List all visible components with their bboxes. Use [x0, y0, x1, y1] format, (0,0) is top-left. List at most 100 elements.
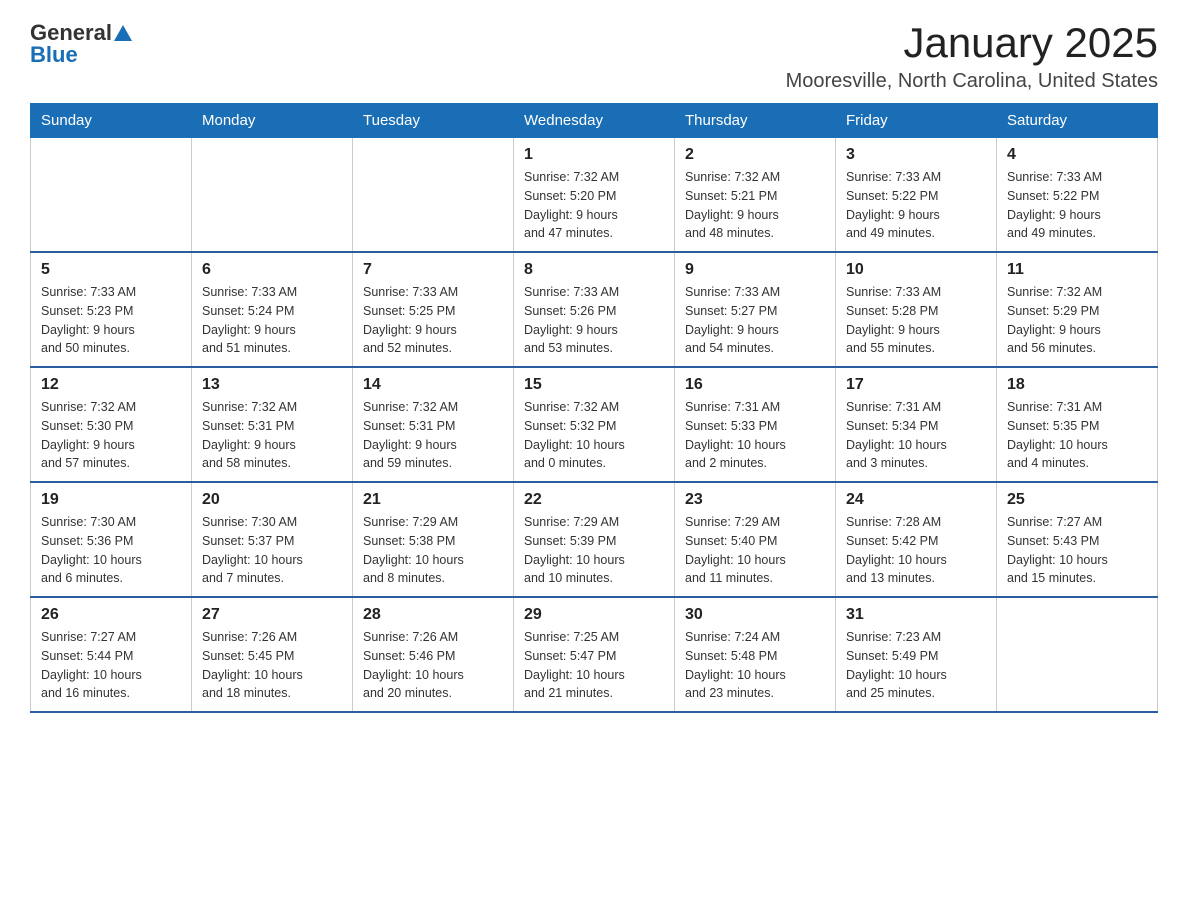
day-info: Sunrise: 7:32 AMSunset: 5:21 PMDaylight:…	[685, 168, 825, 243]
calendar-day-cell: 13 Sunrise: 7:32 AMSunset: 5:31 PMDayligh…	[192, 367, 353, 482]
day-info: Sunrise: 7:32 AMSunset: 5:20 PMDaylight:…	[524, 168, 664, 243]
title-section: January 2025 Mooresville, North Carolina…	[786, 20, 1158, 93]
day-number: 6	[202, 261, 342, 279]
day-info: Sunrise: 7:30 AMSunset: 5:37 PMDaylight:…	[202, 513, 342, 588]
calendar-week-row: 1Sunrise: 7:32 AMSunset: 5:20 PMDaylight…	[31, 138, 1158, 253]
logo: General Blue	[30, 20, 132, 68]
logo-text-blue: Blue	[30, 42, 78, 68]
calendar-day-cell: 28 Sunrise: 7:26 AMSunset: 5:46 PMDayligh…	[353, 597, 514, 712]
day-info: Sunrise: 7:33 AMSunset: 5:28 PMDaylight:…	[846, 283, 986, 358]
day-number: 2	[685, 146, 825, 164]
month-title: January 2025	[786, 20, 1158, 66]
calendar-week-row: 19 Sunrise: 7:30 AMSunset: 5:36 PMDayligh…	[31, 482, 1158, 597]
day-number: 22	[524, 491, 664, 509]
day-info: Sunrise: 7:32 AMSunset: 5:29 PMDaylight:…	[1007, 283, 1147, 358]
day-number: 4	[1007, 146, 1147, 164]
day-info: Sunrise: 7:26 AMSunset: 5:46 PMDaylight:…	[363, 628, 503, 703]
calendar-day-cell: 14 Sunrise: 7:32 AMSunset: 5:31 PMDayligh…	[353, 367, 514, 482]
day-info: Sunrise: 7:31 AMSunset: 5:34 PMDaylight:…	[846, 398, 986, 473]
day-number: 28	[363, 606, 503, 624]
calendar-day-cell: 3 Sunrise: 7:33 AMSunset: 5:22 PMDaylight…	[836, 138, 997, 253]
calendar-day-cell: 15Sunrise: 7:32 AMSunset: 5:32 PMDayligh…	[514, 367, 675, 482]
calendar-header-row: SundayMondayTuesdayWednesdayThursdayFrid…	[31, 104, 1158, 138]
day-number: 18	[1007, 376, 1147, 394]
day-info: Sunrise: 7:31 AMSunset: 5:35 PMDaylight:…	[1007, 398, 1147, 473]
calendar-day-cell: 1Sunrise: 7:32 AMSunset: 5:20 PMDaylight…	[514, 138, 675, 253]
calendar-day-cell: 29Sunrise: 7:25 AMSunset: 5:47 PMDayligh…	[514, 597, 675, 712]
day-number: 3	[846, 146, 986, 164]
calendar-day-cell: 9 Sunrise: 7:33 AMSunset: 5:27 PMDaylight…	[675, 252, 836, 367]
day-info: Sunrise: 7:28 AMSunset: 5:42 PMDaylight:…	[846, 513, 986, 588]
calendar-day-cell: 22 Sunrise: 7:29 AMSunset: 5:39 PMDayligh…	[514, 482, 675, 597]
day-number: 14	[363, 376, 503, 394]
calendar-week-row: 5Sunrise: 7:33 AMSunset: 5:23 PMDaylight…	[31, 252, 1158, 367]
day-info: Sunrise: 7:32 AMSunset: 5:31 PMDaylight:…	[202, 398, 342, 473]
day-number: 21	[363, 491, 503, 509]
calendar-day-cell: 10 Sunrise: 7:33 AMSunset: 5:28 PMDayligh…	[836, 252, 997, 367]
calendar-day-cell: 11 Sunrise: 7:32 AMSunset: 5:29 PMDayligh…	[997, 252, 1158, 367]
day-info: Sunrise: 7:33 AMSunset: 5:26 PMDaylight:…	[524, 283, 664, 358]
day-number: 16	[685, 376, 825, 394]
day-info: Sunrise: 7:33 AMSunset: 5:22 PMDaylight:…	[846, 168, 986, 243]
calendar-day-cell: 16 Sunrise: 7:31 AMSunset: 5:33 PMDayligh…	[675, 367, 836, 482]
page-header: General Blue January 2025 Mooresville, N…	[30, 20, 1158, 93]
day-number: 23	[685, 491, 825, 509]
day-number: 13	[202, 376, 342, 394]
calendar-header-cell: Friday	[836, 104, 997, 138]
day-number: 20	[202, 491, 342, 509]
day-info: Sunrise: 7:33 AMSunset: 5:24 PMDaylight:…	[202, 283, 342, 358]
day-number: 12	[41, 376, 181, 394]
day-info: Sunrise: 7:29 AMSunset: 5:38 PMDaylight:…	[363, 513, 503, 588]
calendar-day-cell	[997, 597, 1158, 712]
day-info: Sunrise: 7:32 AMSunset: 5:30 PMDaylight:…	[41, 398, 181, 473]
calendar-day-cell: 27 Sunrise: 7:26 AMSunset: 5:45 PMDayligh…	[192, 597, 353, 712]
day-info: Sunrise: 7:33 AMSunset: 5:25 PMDaylight:…	[363, 283, 503, 358]
day-number: 24	[846, 491, 986, 509]
day-info: Sunrise: 7:25 AMSunset: 5:47 PMDaylight:…	[524, 628, 664, 703]
day-info: Sunrise: 7:33 AMSunset: 5:23 PMDaylight:…	[41, 283, 181, 358]
calendar-day-cell: 17 Sunrise: 7:31 AMSunset: 5:34 PMDayligh…	[836, 367, 997, 482]
day-number: 26	[41, 606, 181, 624]
day-info: Sunrise: 7:23 AMSunset: 5:49 PMDaylight:…	[846, 628, 986, 703]
day-number: 25	[1007, 491, 1147, 509]
calendar-day-cell	[192, 138, 353, 253]
day-info: Sunrise: 7:31 AMSunset: 5:33 PMDaylight:…	[685, 398, 825, 473]
day-info: Sunrise: 7:32 AMSunset: 5:31 PMDaylight:…	[363, 398, 503, 473]
day-number: 11	[1007, 261, 1147, 279]
calendar-day-cell: 23 Sunrise: 7:29 AMSunset: 5:40 PMDayligh…	[675, 482, 836, 597]
location-title: Mooresville, North Carolina, United Stat…	[786, 70, 1158, 93]
calendar-day-cell: 7Sunrise: 7:33 AMSunset: 5:25 PMDaylight…	[353, 252, 514, 367]
calendar-day-cell: 19 Sunrise: 7:30 AMSunset: 5:36 PMDayligh…	[31, 482, 192, 597]
calendar-day-cell	[31, 138, 192, 253]
calendar-day-cell: 24 Sunrise: 7:28 AMSunset: 5:42 PMDayligh…	[836, 482, 997, 597]
day-info: Sunrise: 7:29 AMSunset: 5:40 PMDaylight:…	[685, 513, 825, 588]
day-info: Sunrise: 7:33 AMSunset: 5:22 PMDaylight:…	[1007, 168, 1147, 243]
calendar-day-cell: 25Sunrise: 7:27 AMSunset: 5:43 PMDayligh…	[997, 482, 1158, 597]
day-info: Sunrise: 7:29 AMSunset: 5:39 PMDaylight:…	[524, 513, 664, 588]
calendar-day-cell: 8 Sunrise: 7:33 AMSunset: 5:26 PMDaylight…	[514, 252, 675, 367]
calendar-header-cell: Tuesday	[353, 104, 514, 138]
day-info: Sunrise: 7:26 AMSunset: 5:45 PMDaylight:…	[202, 628, 342, 703]
calendar-table: SundayMondayTuesdayWednesdayThursdayFrid…	[30, 103, 1158, 713]
calendar-day-cell: 31 Sunrise: 7:23 AMSunset: 5:49 PMDayligh…	[836, 597, 997, 712]
day-info: Sunrise: 7:30 AMSunset: 5:36 PMDaylight:…	[41, 513, 181, 588]
calendar-header-cell: Saturday	[997, 104, 1158, 138]
day-number: 9	[685, 261, 825, 279]
day-info: Sunrise: 7:33 AMSunset: 5:27 PMDaylight:…	[685, 283, 825, 358]
day-number: 19	[41, 491, 181, 509]
calendar-day-cell: 2 Sunrise: 7:32 AMSunset: 5:21 PMDaylight…	[675, 138, 836, 253]
day-number: 17	[846, 376, 986, 394]
day-number: 30	[685, 606, 825, 624]
calendar-header-cell: Wednesday	[514, 104, 675, 138]
day-number: 15	[524, 376, 664, 394]
calendar-day-cell: 4 Sunrise: 7:33 AMSunset: 5:22 PMDaylight…	[997, 138, 1158, 253]
calendar-day-cell: 20 Sunrise: 7:30 AMSunset: 5:37 PMDayligh…	[192, 482, 353, 597]
day-number: 27	[202, 606, 342, 624]
day-number: 10	[846, 261, 986, 279]
calendar-week-row: 26Sunrise: 7:27 AMSunset: 5:44 PMDayligh…	[31, 597, 1158, 712]
calendar-day-cell: 30Sunrise: 7:24 AMSunset: 5:48 PMDayligh…	[675, 597, 836, 712]
day-number: 8	[524, 261, 664, 279]
day-number: 31	[846, 606, 986, 624]
calendar-header-cell: Monday	[192, 104, 353, 138]
calendar-day-cell: 18 Sunrise: 7:31 AMSunset: 5:35 PMDayligh…	[997, 367, 1158, 482]
